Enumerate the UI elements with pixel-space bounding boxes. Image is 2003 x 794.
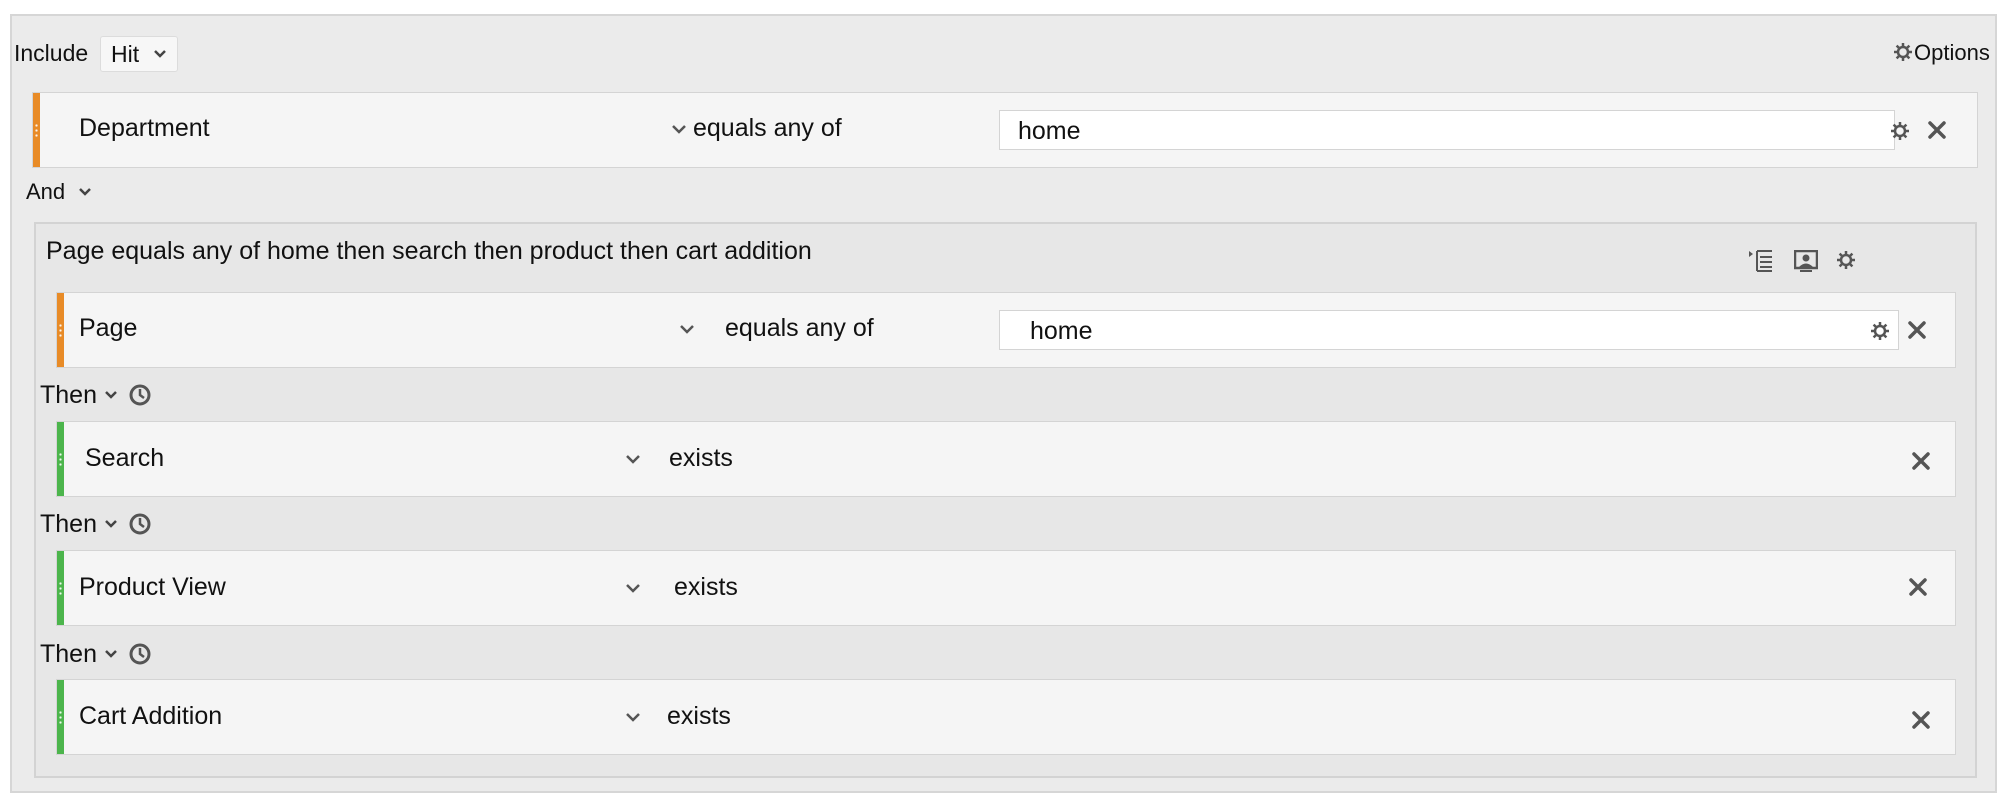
scope-dropdown[interactable]: Hit [100, 36, 178, 72]
dimension-label: Search [85, 444, 165, 472]
close-icon[interactable] [1927, 120, 1947, 140]
drag-handle[interactable] [57, 293, 64, 367]
clock-icon[interactable] [128, 642, 152, 666]
include-label: Include [14, 40, 89, 66]
operator-label[interactable]: equals any of [693, 114, 842, 143]
operator-label[interactable]: exists [674, 573, 738, 602]
value-input[interactable]: home [999, 310, 1899, 350]
close-icon[interactable] [1908, 577, 1928, 597]
rule-row-cart-addition: Cart Addition exists [56, 679, 1956, 755]
chevron-down-icon[interactable] [671, 124, 687, 136]
drag-handle[interactable] [57, 551, 64, 625]
rule-row-page: Page equals any of home [56, 292, 1956, 368]
chevron-down-icon[interactable] [625, 583, 641, 595]
then-label: Then [40, 640, 97, 668]
gear-icon[interactable] [1890, 121, 1910, 141]
chevron-down-icon[interactable] [625, 712, 641, 724]
chevron-down-icon[interactable] [104, 649, 118, 659]
dimension-label: Page [79, 314, 138, 342]
value-text: home [1018, 117, 1081, 145]
then-label: Then [40, 510, 97, 538]
operator-label[interactable]: exists [669, 444, 733, 473]
options-button[interactable]: Options [1893, 38, 1995, 68]
value-text: home [1030, 317, 1093, 345]
then-connector[interactable]: Then [40, 639, 160, 673]
gear-icon[interactable] [1870, 321, 1890, 341]
drag-handle[interactable] [33, 93, 40, 167]
rule-row-department: Department equals any of home [32, 92, 1978, 168]
chevron-down-icon[interactable] [679, 324, 695, 336]
rule-row-product-view: Product View exists [56, 550, 1956, 626]
chevron-down-icon[interactable] [104, 519, 118, 529]
drag-handle[interactable] [57, 680, 64, 754]
dimension-label: Department [79, 114, 210, 142]
close-icon[interactable] [1911, 710, 1931, 730]
sequence-title[interactable]: Page equals any of home then search then… [46, 237, 812, 266]
options-label: Options [1914, 40, 1990, 65]
gear-icon [1893, 42, 1913, 62]
then-connector[interactable]: Then [40, 380, 160, 414]
operator-label[interactable]: exists [667, 702, 731, 731]
chevron-down-icon [153, 49, 167, 59]
visitor-container-icon[interactable] [1794, 250, 1818, 272]
rule-row-search: Search exists [56, 421, 1956, 497]
close-icon[interactable] [1907, 320, 1927, 340]
dimension-label: Product View [79, 573, 226, 601]
then-connector[interactable]: Then [40, 509, 160, 543]
chevron-down-icon [78, 187, 92, 197]
then-label: Then [40, 381, 97, 409]
connector-label: And [26, 179, 66, 204]
dimension-label: Cart Addition [79, 702, 223, 730]
clock-icon[interactable] [128, 383, 152, 407]
operator-label[interactable]: equals any of [725, 314, 874, 343]
drag-handle[interactable] [57, 422, 64, 496]
logic-connector-dropdown[interactable]: And [26, 178, 106, 206]
value-input[interactable]: home [999, 110, 1895, 150]
scope-value: Hit [111, 41, 140, 67]
gear-icon[interactable] [1836, 250, 1856, 270]
sequence-list-icon[interactable] [1748, 248, 1774, 272]
chevron-down-icon[interactable] [625, 454, 641, 466]
chevron-down-icon[interactable] [104, 390, 118, 400]
close-icon[interactable] [1911, 451, 1931, 471]
clock-icon[interactable] [128, 512, 152, 536]
